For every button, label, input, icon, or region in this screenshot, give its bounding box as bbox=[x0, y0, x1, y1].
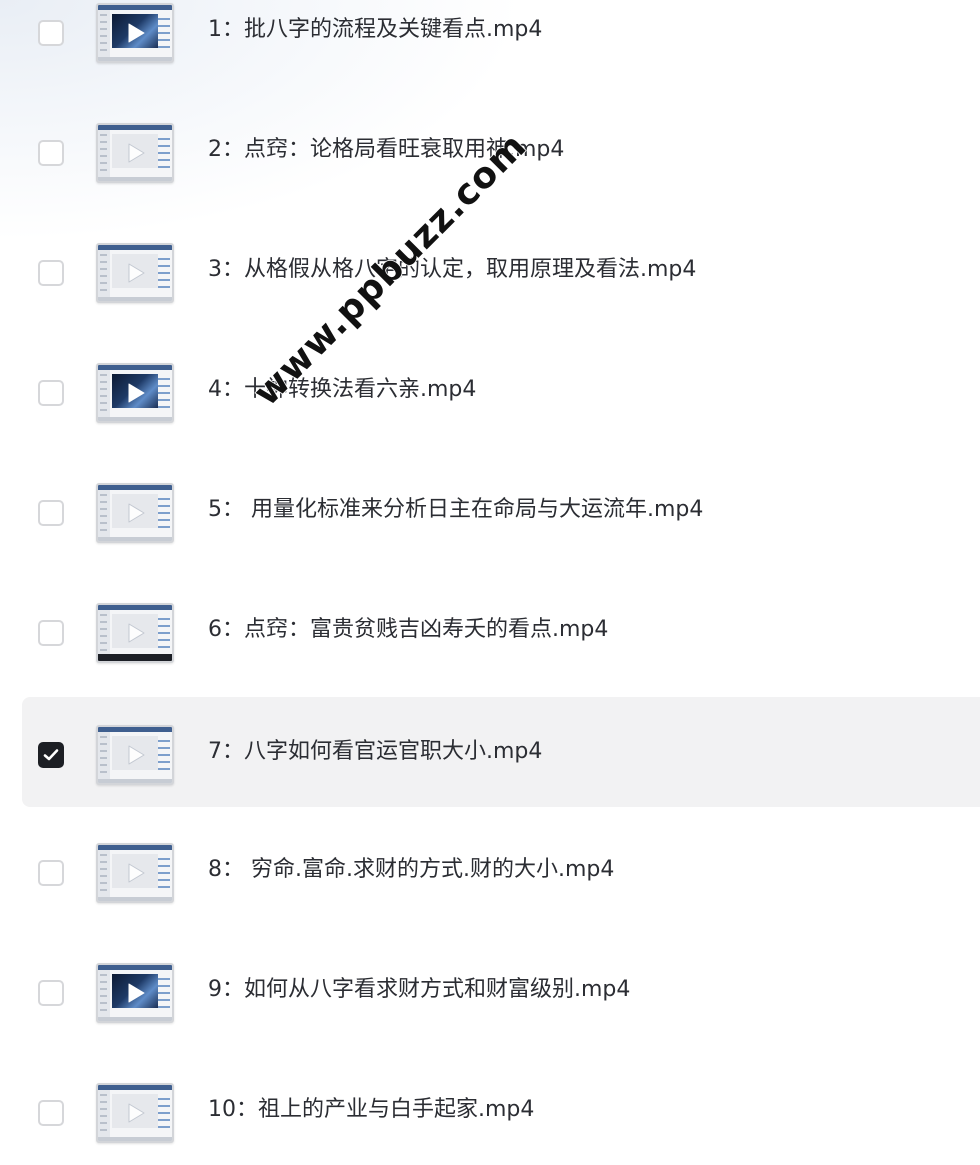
thumbnail-statusbar bbox=[98, 1017, 172, 1021]
thumbnail-sidebar bbox=[98, 850, 110, 901]
row-checkbox[interactable] bbox=[38, 140, 64, 166]
video-thumbnail[interactable] bbox=[96, 963, 174, 1023]
thumbnail-sidebar bbox=[98, 732, 110, 783]
play-icon bbox=[128, 1103, 145, 1123]
thumbnail-statusbar bbox=[98, 417, 172, 421]
thumbnail-sidebar bbox=[98, 370, 110, 421]
file-name[interactable]: 10：祖上的产业与白手起家.mp4 bbox=[208, 1095, 534, 1125]
row-checkbox[interactable] bbox=[38, 620, 64, 646]
thumbnail-panel bbox=[158, 494, 170, 534]
thumbnail-sidebar bbox=[98, 490, 110, 541]
file-row[interactable]: 5： 用量化标准来分析日主在命局与大运流年.mp4 bbox=[22, 455, 980, 565]
row-checkbox[interactable] bbox=[38, 380, 64, 406]
play-icon bbox=[128, 23, 145, 43]
video-thumbnail[interactable] bbox=[96, 1083, 174, 1143]
thumbnail-sidebar bbox=[98, 130, 110, 181]
file-name[interactable]: 1：批八字的流程及关键看点.mp4 bbox=[208, 15, 542, 45]
play-icon bbox=[128, 383, 145, 403]
row-checkbox[interactable] bbox=[38, 980, 64, 1006]
row-checkbox[interactable] bbox=[38, 20, 64, 46]
row-checkbox[interactable] bbox=[38, 860, 64, 886]
thumbnail-panel bbox=[158, 614, 170, 654]
thumbnail-statusbar bbox=[98, 297, 172, 301]
file-name[interactable]: 2：点窍：论格局看旺衰取用神.mp4 bbox=[208, 135, 564, 165]
thumbnail-sidebar bbox=[98, 250, 110, 301]
thumbnail-sidebar bbox=[98, 1090, 110, 1141]
file-row[interactable]: 8： 穷命.富命.求财的方式.财的大小.mp4 bbox=[22, 815, 980, 925]
file-row[interactable]: 2：点窍：论格局看旺衰取用神.mp4 bbox=[22, 95, 980, 205]
play-icon bbox=[128, 623, 145, 643]
video-thumbnail[interactable] bbox=[96, 3, 174, 63]
video-thumbnail[interactable] bbox=[96, 243, 174, 303]
thumbnail-statusbar bbox=[98, 57, 172, 61]
play-icon bbox=[128, 143, 145, 163]
play-icon bbox=[128, 263, 145, 283]
play-icon bbox=[128, 503, 145, 523]
play-icon bbox=[128, 863, 145, 883]
thumbnail-panel bbox=[158, 1094, 170, 1134]
thumbnail-statusbar bbox=[98, 537, 172, 541]
file-name[interactable]: 8： 穷命.富命.求财的方式.财的大小.mp4 bbox=[208, 855, 614, 885]
thumbnail-panel bbox=[158, 374, 170, 414]
thumbnail-sidebar bbox=[98, 10, 110, 61]
thumbnail-statusbar bbox=[98, 1137, 172, 1141]
file-row[interactable]: 1：批八字的流程及关键看点.mp4 bbox=[22, 0, 980, 85]
row-checkbox-checked[interactable] bbox=[38, 742, 64, 768]
file-name[interactable]: 3：从格假从格八字的认定，取用原理及看法.mp4 bbox=[208, 255, 696, 285]
checkmark-icon bbox=[43, 749, 59, 761]
row-checkbox[interactable] bbox=[38, 500, 64, 526]
thumbnail-panel bbox=[158, 974, 170, 1014]
thumbnail-panel bbox=[158, 736, 170, 776]
row-checkbox[interactable] bbox=[38, 260, 64, 286]
file-row[interactable]: 3：从格假从格八字的认定，取用原理及看法.mp4 bbox=[22, 215, 980, 325]
thumbnail-panel bbox=[158, 254, 170, 294]
file-row[interactable]: 7：八字如何看官运官职大小.mp4 bbox=[22, 697, 980, 807]
file-row[interactable]: 9：如何从八字看求财方式和财富级别.mp4 bbox=[22, 935, 980, 1045]
thumbnail-statusbar bbox=[98, 779, 172, 783]
row-checkbox[interactable] bbox=[38, 1100, 64, 1126]
file-name[interactable]: 4：十神转换法看六亲.mp4 bbox=[208, 375, 476, 405]
thumbnail-statusbar bbox=[98, 654, 172, 661]
file-list: 1：批八字的流程及关键看点.mp4 2：点窍：论格局看旺衰取用神.mp4 3：从… bbox=[0, 0, 980, 1157]
video-thumbnail[interactable] bbox=[96, 363, 174, 423]
thumbnail-panel bbox=[158, 14, 170, 54]
thumbnail-statusbar bbox=[98, 177, 172, 181]
play-icon bbox=[128, 983, 145, 1003]
video-thumbnail[interactable] bbox=[96, 725, 174, 785]
thumbnail-panel bbox=[158, 134, 170, 174]
file-row[interactable]: 4：十神转换法看六亲.mp4 bbox=[22, 335, 980, 445]
file-name[interactable]: 7：八字如何看官运官职大小.mp4 bbox=[208, 737, 542, 767]
video-thumbnail[interactable] bbox=[96, 843, 174, 903]
file-row[interactable]: 10：祖上的产业与白手起家.mp4 bbox=[22, 1055, 980, 1165]
thumbnail-sidebar bbox=[98, 970, 110, 1021]
thumbnail-statusbar bbox=[98, 897, 172, 901]
file-name[interactable]: 9：如何从八字看求财方式和财富级别.mp4 bbox=[208, 975, 630, 1005]
file-name[interactable]: 5： 用量化标准来分析日主在命局与大运流年.mp4 bbox=[208, 495, 703, 525]
file-row[interactable]: 6：点窍：富贵贫贱吉凶寿夭的看点.mp4 bbox=[22, 575, 980, 685]
video-thumbnail[interactable] bbox=[96, 603, 174, 663]
file-name[interactable]: 6：点窍：富贵贫贱吉凶寿夭的看点.mp4 bbox=[208, 615, 608, 645]
video-thumbnail[interactable] bbox=[96, 123, 174, 183]
thumbnail-panel bbox=[158, 854, 170, 894]
video-thumbnail[interactable] bbox=[96, 483, 174, 543]
play-icon bbox=[128, 745, 145, 765]
